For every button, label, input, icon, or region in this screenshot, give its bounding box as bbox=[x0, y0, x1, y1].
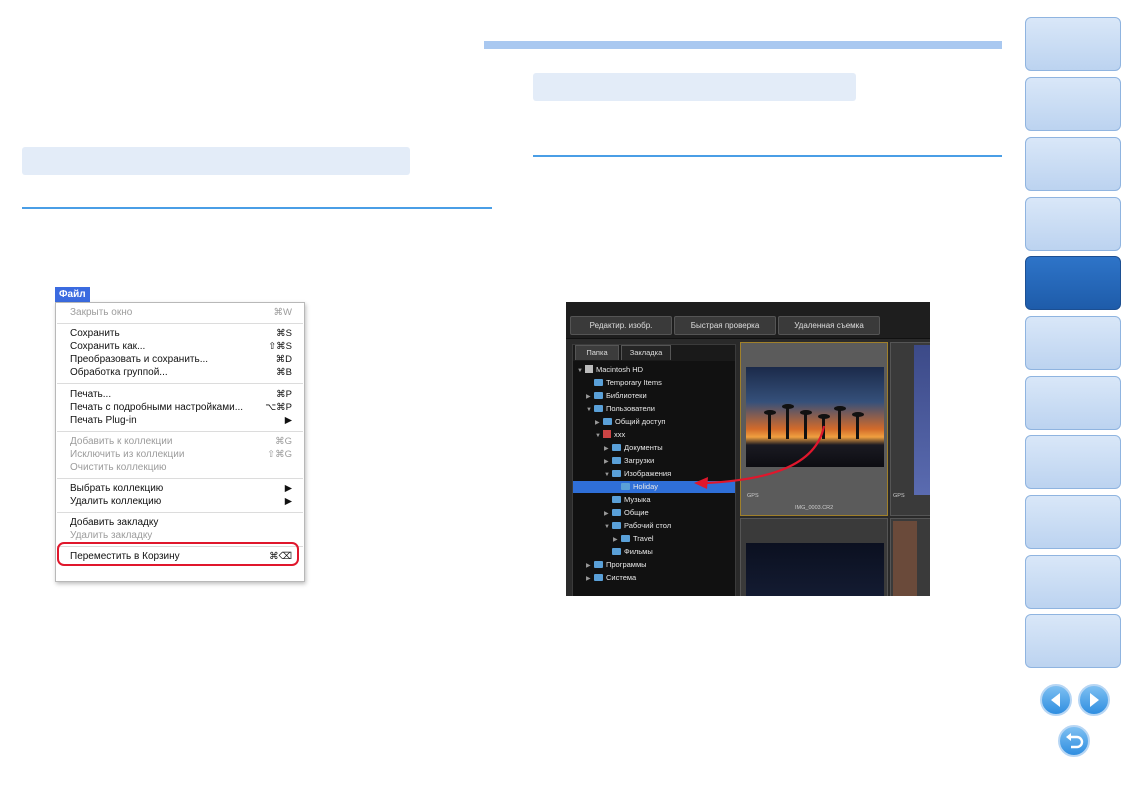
menu-separator bbox=[57, 431, 303, 432]
nav-tab-4[interactable] bbox=[1025, 197, 1121, 251]
menu-item-batch-process[interactable]: Обработка группой... ⌘B bbox=[70, 366, 296, 379]
step-heading-right bbox=[533, 73, 856, 101]
prev-page-icon[interactable] bbox=[1040, 684, 1072, 716]
menu-item-remove-from-collection[interactable]: Исключить из коллекции ⇧⌘G bbox=[70, 448, 296, 461]
nav-tab-6[interactable] bbox=[1025, 316, 1121, 370]
nav-tab-5-active[interactable] bbox=[1025, 256, 1121, 310]
nav-tab-2[interactable] bbox=[1025, 77, 1121, 131]
file-menu-dropdown: Закрыть окно ⌘W Сохранить ⌘S Сохранить как… bbox=[55, 302, 305, 582]
highlight-move-to-trash bbox=[57, 542, 299, 566]
dpp-window-screenshot: Редактир. изобр. Быстрая проверка Удален… bbox=[566, 302, 930, 596]
return-icon[interactable] bbox=[1058, 725, 1090, 757]
header-band bbox=[484, 41, 1002, 49]
nav-tab-7[interactable] bbox=[1025, 376, 1121, 430]
section-rule-right bbox=[533, 155, 1002, 157]
menu-item-delete-collection[interactable]: Удалить коллекцию ▶ bbox=[70, 495, 296, 508]
step-heading-left bbox=[22, 147, 410, 175]
nav-tab-8[interactable] bbox=[1025, 435, 1121, 489]
file-menu-title[interactable]: Файл bbox=[55, 287, 90, 302]
menu-item-save[interactable]: Сохранить ⌘S bbox=[70, 327, 296, 340]
next-page-icon[interactable] bbox=[1078, 684, 1110, 716]
menu-item-convert-save[interactable]: Преобразовать и сохранить... ⌘D bbox=[70, 353, 296, 366]
nav-tab-3[interactable] bbox=[1025, 137, 1121, 191]
drag-arrow bbox=[694, 425, 826, 489]
menu-item-select-collection[interactable]: Выбрать коллекцию ▶ bbox=[70, 482, 296, 495]
menu-item-close-window[interactable]: Закрыть окно ⌘W bbox=[70, 306, 296, 319]
nav-tab-10[interactable] bbox=[1025, 555, 1121, 609]
menu-separator bbox=[57, 323, 303, 324]
menu-item-clear-collection[interactable]: Очистить коллекцию bbox=[70, 461, 296, 474]
section-rule-left bbox=[22, 207, 492, 209]
menu-separator bbox=[57, 383, 303, 384]
menu-item-delete-bookmark[interactable]: Удалить закладку bbox=[70, 529, 296, 542]
menu-item-add-collection[interactable]: Добавить к коллекции ⌘G bbox=[70, 435, 296, 448]
nav-tab-11[interactable] bbox=[1025, 614, 1121, 668]
nav-tab-9[interactable] bbox=[1025, 495, 1121, 549]
menu-item-print[interactable]: Печать... ⌘P bbox=[70, 388, 296, 401]
menu-item-save-as[interactable]: Сохранить как... ⇧⌘S bbox=[70, 340, 296, 353]
menu-separator bbox=[57, 512, 303, 513]
nav-tab-1[interactable] bbox=[1025, 17, 1121, 71]
menu-item-add-bookmark[interactable]: Добавить закладку bbox=[70, 516, 296, 529]
menu-item-print-plugin[interactable]: Печать Plug-in ▶ bbox=[70, 414, 296, 427]
menu-item-print-detailed[interactable]: Печать с подробными настройками... ⌥⌘P bbox=[70, 401, 296, 414]
menu-separator bbox=[57, 478, 303, 479]
